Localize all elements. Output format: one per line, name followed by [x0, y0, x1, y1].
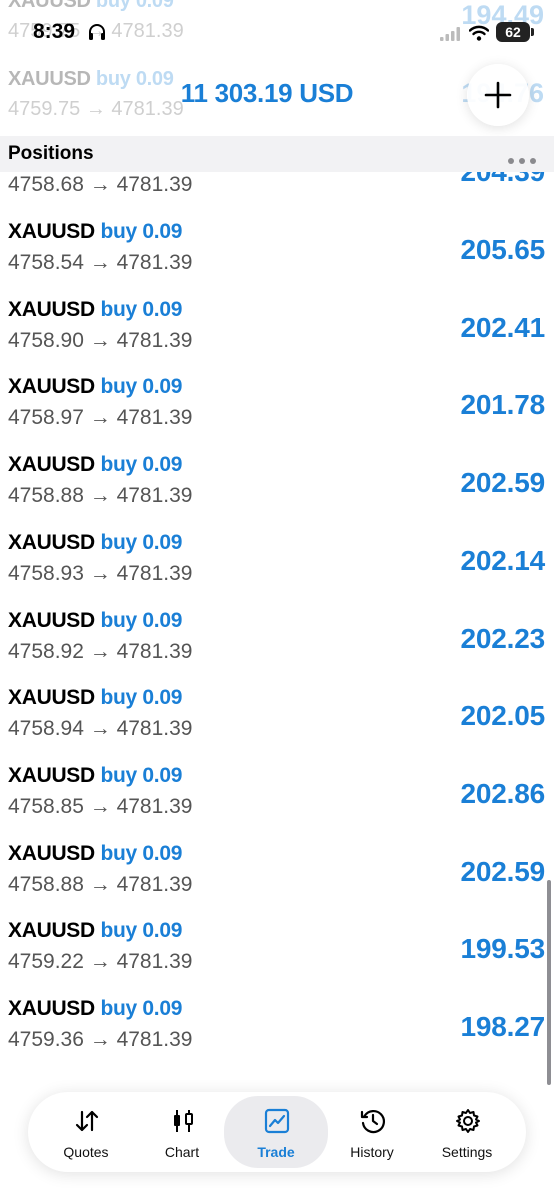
- position-side: buy 0.09: [100, 919, 183, 943]
- position-prices: 4759.36 → 4781.39: [8, 1028, 193, 1051]
- position-symbol: XAUUSD buy 0.09: [8, 220, 183, 243]
- position-symbol: XAUUSD buy 0.09: [8, 297, 183, 321]
- position-prices: 4758.94 → 4781.39: [8, 717, 193, 741]
- position-profit: 204.39: [461, 172, 546, 188]
- wifi-icon: [469, 25, 489, 41]
- position-prices: 4758.90 → 4781.39: [8, 328, 193, 352]
- tab-quotes[interactable]: Quotes: [34, 1096, 138, 1168]
- tab-label: Trade: [257, 1144, 295, 1160]
- position-symbol: XAUUSD buy 0.09: [8, 919, 183, 943]
- position-prices: 4758.93 → 4781.39: [8, 561, 193, 585]
- position-side: buy 0.09: [100, 608, 183, 632]
- position-row[interactable]: XAUUSD buy 0.09 4758.90 → 4781.39 202.41: [0, 286, 554, 364]
- position-profit: 202.14: [460, 544, 546, 576]
- quotes-icon: [75, 1110, 99, 1132]
- tab-history[interactable]: History: [320, 1096, 424, 1168]
- tab-label: History: [350, 1144, 394, 1160]
- tab-bar: Quotes Chart Trade History Settings: [28, 1092, 526, 1172]
- position-row[interactable]: XAUUSD buy 0.09 4758.93 → 4781.39 202.14: [0, 519, 554, 597]
- position-symbol: XAUUSD buy 0.09: [8, 997, 183, 1020]
- position-side: buy 0.09: [100, 375, 183, 399]
- position-prices: 4758.88 → 4781.39: [8, 872, 193, 896]
- tab-chart[interactable]: Chart: [130, 1096, 234, 1168]
- position-side: buy 0.09: [100, 220, 183, 243]
- tab-settings[interactable]: Settings: [415, 1096, 519, 1168]
- position-profit: 202.59: [460, 855, 546, 887]
- position-profit: 198.27: [460, 1011, 546, 1042]
- position-row[interactable]: XAUUSD buy 0.09 4758.97 → 4781.39 201.78: [0, 363, 554, 441]
- battery-indicator: 62: [496, 22, 530, 42]
- tab-trade[interactable]: Trade: [224, 1096, 328, 1168]
- position-row[interactable]: XAUUSD buy 0.09 4758.88 → 4781.39 202.59: [0, 830, 554, 908]
- chart-icon: [174, 1110, 193, 1132]
- position-profit: 202.23: [460, 622, 546, 654]
- position-profit: 202.41: [460, 311, 546, 343]
- scrollbar[interactable]: [547, 880, 551, 1085]
- position-prices: 4758.97 → 4781.39: [8, 406, 193, 430]
- history-icon: [360, 1109, 385, 1134]
- position-symbol: XAUUSD buy 0.09: [8, 453, 183, 477]
- position-prices: 4758.68 → 4781.39: [8, 173, 193, 196]
- tab-label: Quotes: [63, 1144, 109, 1160]
- position-symbol: XAUUSD buy 0.09: [8, 530, 183, 554]
- position-row[interactable]: 4758.68 → 4781.39 204.39: [0, 172, 554, 208]
- position-side: buy 0.09: [100, 297, 183, 321]
- position-side: buy 0.09: [100, 997, 183, 1020]
- position-symbol: XAUUSD buy 0.09: [8, 375, 183, 399]
- position-row[interactable]: XAUUSD buy 0.09 4758.88 → 4781.39 202.59: [0, 441, 554, 519]
- position-row[interactable]: XAUUSD buy 0.09 4758.85 → 4781.39 202.86: [0, 752, 554, 830]
- positions-list[interactable]: 4758.68 → 4781.39 204.39 XAUUSD buy 0.09…: [0, 172, 554, 1072]
- status-time: 8:39: [33, 20, 76, 43]
- position-prices: 4758.88 → 4781.39: [8, 484, 193, 508]
- position-profit: 202.86: [460, 777, 546, 809]
- position-symbol: XAUUSD buy 0.09: [8, 686, 183, 710]
- tab-label: Chart: [164, 1144, 200, 1160]
- tab-label: Settings: [441, 1144, 493, 1160]
- position-profit: 199.53: [460, 933, 546, 965]
- position-symbol: XAUUSD buy 0.09: [8, 763, 183, 787]
- signal-icon: [440, 27, 460, 41]
- headphones-icon: [89, 24, 105, 40]
- positions-header: Positions: [0, 136, 554, 172]
- position-prices: 4758.85 → 4781.39: [8, 794, 193, 818]
- plus-icon: [484, 81, 512, 109]
- position-side: buy 0.09: [100, 763, 183, 787]
- settings-icon: [456, 1109, 480, 1133]
- position-prices: 4759.22 → 4781.39: [8, 950, 193, 974]
- position-profit: 202.59: [460, 467, 546, 499]
- position-row[interactable]: XAUUSD buy 0.09 4759.36 → 4781.39 198.27: [0, 985, 554, 1063]
- position-row[interactable]: XAUUSD buy 0.09 4758.94 → 4781.39 202.05: [0, 674, 554, 752]
- more-options-icon[interactable]: [508, 151, 542, 164]
- position-side: buy 0.09: [100, 453, 183, 477]
- position-side: buy 0.09: [100, 530, 183, 554]
- position-profit: 201.78: [460, 389, 546, 421]
- position-prices: 4758.92 → 4781.39: [8, 639, 193, 663]
- position-symbol: XAUUSD buy 0.09: [8, 608, 183, 632]
- position-profit: 202.05: [460, 700, 546, 732]
- position-side: buy 0.09: [100, 841, 183, 865]
- position-prices: 4758.54 → 4781.39: [8, 251, 193, 274]
- status-bar: 8:39 62: [0, 0, 554, 64]
- position-side: buy 0.09: [100, 686, 183, 710]
- new-order-button[interactable]: [467, 64, 529, 126]
- position-row[interactable]: XAUUSD buy 0.09 4758.92 → 4781.39 202.23: [0, 597, 554, 675]
- position-profit: 205.65: [460, 234, 546, 265]
- trade-icon: [264, 1108, 290, 1134]
- position-symbol: XAUUSD buy 0.09: [8, 841, 183, 865]
- position-row[interactable]: XAUUSD buy 0.09 4759.22 → 4781.39 199.53: [0, 907, 554, 985]
- battery-tip: [531, 28, 534, 36]
- position-row[interactable]: XAUUSD buy 0.09 4758.54 → 4781.39 205.65: [0, 208, 554, 286]
- positions-title: Positions: [8, 143, 94, 164]
